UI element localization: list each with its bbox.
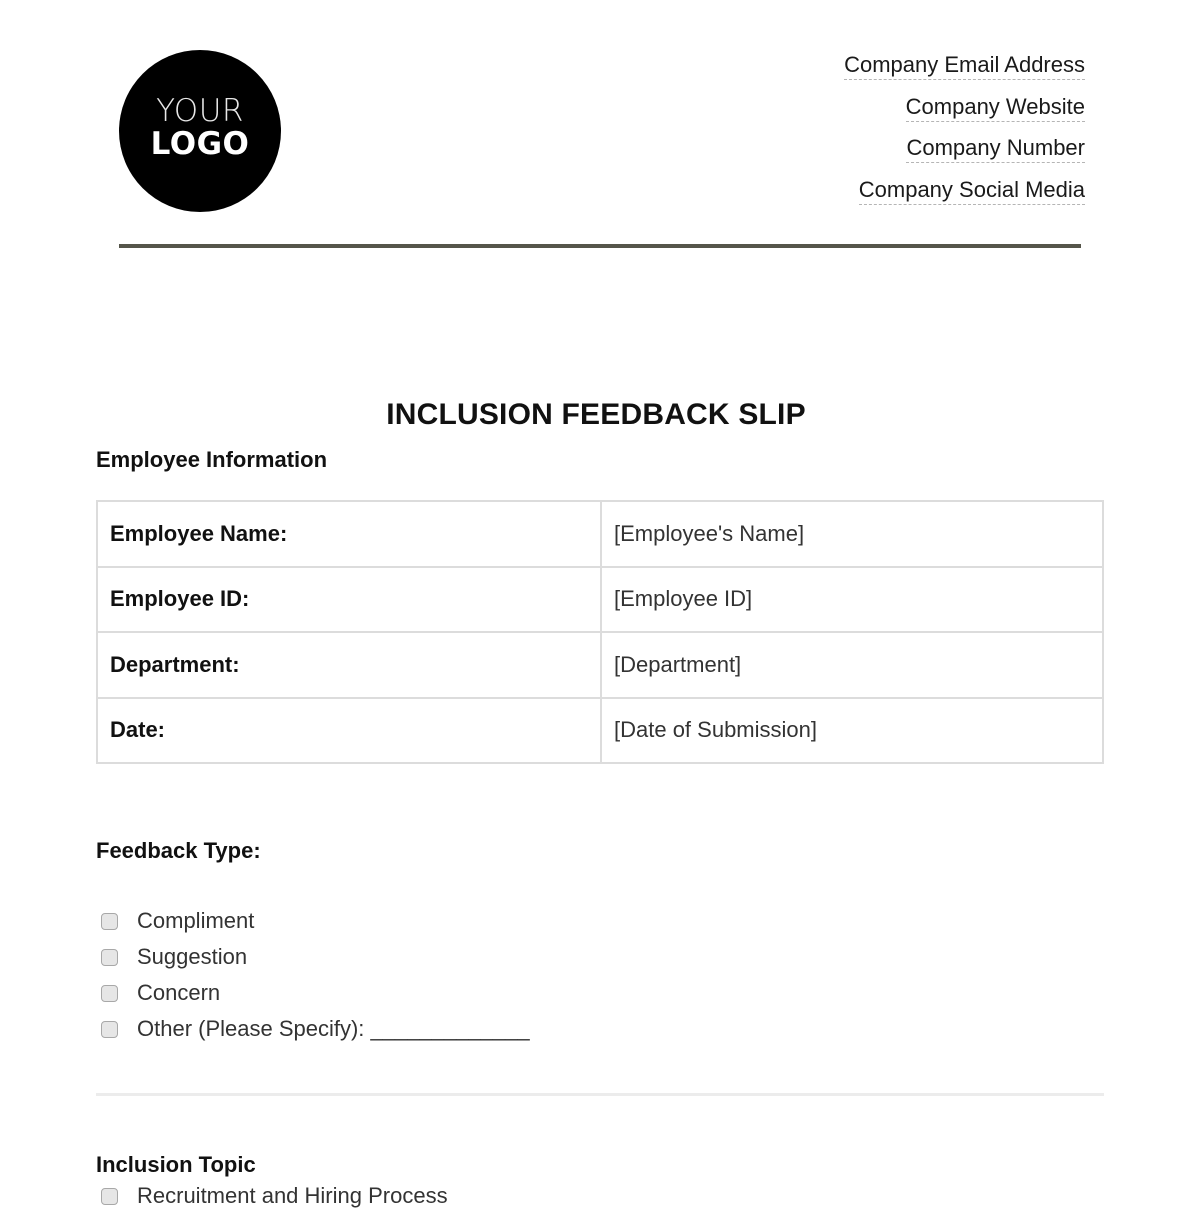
option-label: Concern [137, 980, 221, 1005]
date-label: Date: [96, 696, 602, 764]
date-value[interactable]: [Date of Submission] [600, 696, 1104, 764]
employee-name-label: Employee Name: [96, 500, 602, 568]
feedback-option-other[interactable]: Other (Please Specify): _____________ [101, 1011, 530, 1047]
checkbox[interactable] [101, 912, 118, 930]
feedback-option-concern[interactable]: Concern [101, 975, 530, 1011]
option-label: Compliment [137, 908, 255, 933]
inclusion-topic-heading: Inclusion Topic [96, 1152, 256, 1177]
company-email[interactable]: Company Email Address [844, 52, 1085, 80]
checkbox[interactable] [101, 1020, 118, 1038]
employee-id-label: Employee ID: [96, 565, 602, 633]
table-row: Employee ID: [Employee ID] [96, 565, 1104, 633]
logo-line-2: LOGO [150, 126, 250, 162]
department-label: Department: [96, 631, 602, 699]
department-value[interactable]: [Department] [600, 631, 1104, 699]
feedback-type-heading: Feedback Type: [96, 838, 261, 863]
checkbox[interactable] [101, 984, 118, 1002]
table-row: Employee Name: [Employee's Name] [96, 500, 1104, 568]
company-contact-block: Company Email Address Company Website Co… [844, 52, 1085, 218]
employee-information-heading: Employee Information [96, 447, 328, 472]
option-label: Other (Please Specify): _____________ [137, 1016, 530, 1041]
checkbox[interactable] [101, 948, 118, 966]
company-number[interactable]: Company Number [906, 135, 1085, 163]
company-website[interactable]: Company Website [905, 94, 1085, 122]
logo-line-1: YOUR [156, 93, 244, 129]
inclusion-topic-options: Recruitment and Hiring Process [101, 1178, 448, 1214]
table-row: Date: [Date of Submission] [96, 696, 1104, 764]
option-label: Suggestion [137, 944, 248, 969]
option-label: Recruitment and Hiring Process [137, 1183, 448, 1208]
section-divider [96, 1093, 1104, 1096]
feedback-option-suggestion[interactable]: Suggestion [101, 939, 530, 975]
employee-id-value[interactable]: [Employee ID] [600, 565, 1104, 633]
company-logo: YOUR LOGO [119, 50, 281, 212]
employee-information-table: Employee Name: [Employee's Name] Employe… [96, 500, 1104, 764]
topic-option-recruitment[interactable]: Recruitment and Hiring Process [101, 1178, 448, 1214]
document-title: INCLUSION FEEDBACK SLIP [386, 398, 806, 431]
employee-name-value[interactable]: [Employee's Name] [600, 500, 1104, 568]
checkbox[interactable] [101, 1187, 118, 1205]
feedback-type-options: Compliment Suggestion Concern Other (Ple… [101, 903, 530, 1047]
company-social-media[interactable]: Company Social Media [858, 177, 1085, 205]
table-row: Department: [Department] [96, 631, 1104, 699]
header-divider [119, 244, 1081, 248]
feedback-option-compliment[interactable]: Compliment [101, 903, 530, 939]
